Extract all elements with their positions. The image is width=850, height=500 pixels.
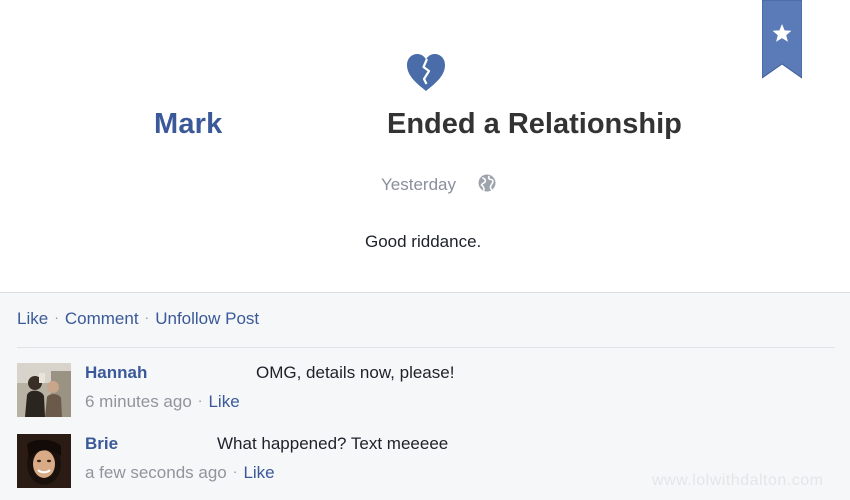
life-event-title: Ended a Relationship [387, 108, 682, 140]
comment-text: OMG, details now, please! [256, 363, 455, 382]
unfollow-post-link[interactable]: Unfollow Post [155, 309, 259, 328]
comment-link[interactable]: Comment [65, 309, 139, 328]
avatar[interactable] [17, 434, 71, 488]
comment-meta: a few seconds ago · Like [85, 463, 275, 483]
comment-like-link[interactable]: Like [243, 463, 274, 482]
life-event-card: Mark Ended a Relationship Yesterday Good… [0, 0, 850, 292]
feedback-section: Like · Comment · Unfollow Post Hannah OMG, d… [0, 292, 850, 500]
post-timestamp[interactable]: Yesterday [381, 175, 456, 195]
action-links: Like · Comment · Unfollow Post [17, 309, 259, 329]
comment-item: Hannah OMG, details now, please! 6 minut… [17, 363, 817, 423]
status-text: Good riddance. [365, 232, 482, 251]
comment-timestamp[interactable]: a few seconds ago [85, 463, 227, 482]
broken-heart-icon [407, 54, 445, 91]
separator: · [144, 309, 150, 325]
separator: · [232, 463, 238, 479]
star-bookmark-icon[interactable] [762, 0, 802, 80]
commenter-name-link[interactable]: Hannah [85, 363, 147, 383]
actor-name-link[interactable]: Mark [154, 108, 223, 141]
like-link[interactable]: Like [17, 309, 48, 328]
separator: · [197, 392, 203, 408]
avatar[interactable] [17, 363, 71, 417]
comment-meta: 6 minutes ago · Like [85, 392, 240, 412]
watermark: www.lolwithdalton.com [652, 472, 824, 489]
globe-icon[interactable] [478, 174, 496, 192]
divider [17, 347, 835, 348]
comment-text: What happened? Text meeeee [217, 434, 449, 453]
comment-like-link[interactable]: Like [208, 392, 239, 411]
commenter-name-link[interactable]: Brie [85, 434, 118, 454]
separator: · [54, 309, 59, 325]
comment-timestamp[interactable]: 6 minutes ago [85, 392, 192, 411]
